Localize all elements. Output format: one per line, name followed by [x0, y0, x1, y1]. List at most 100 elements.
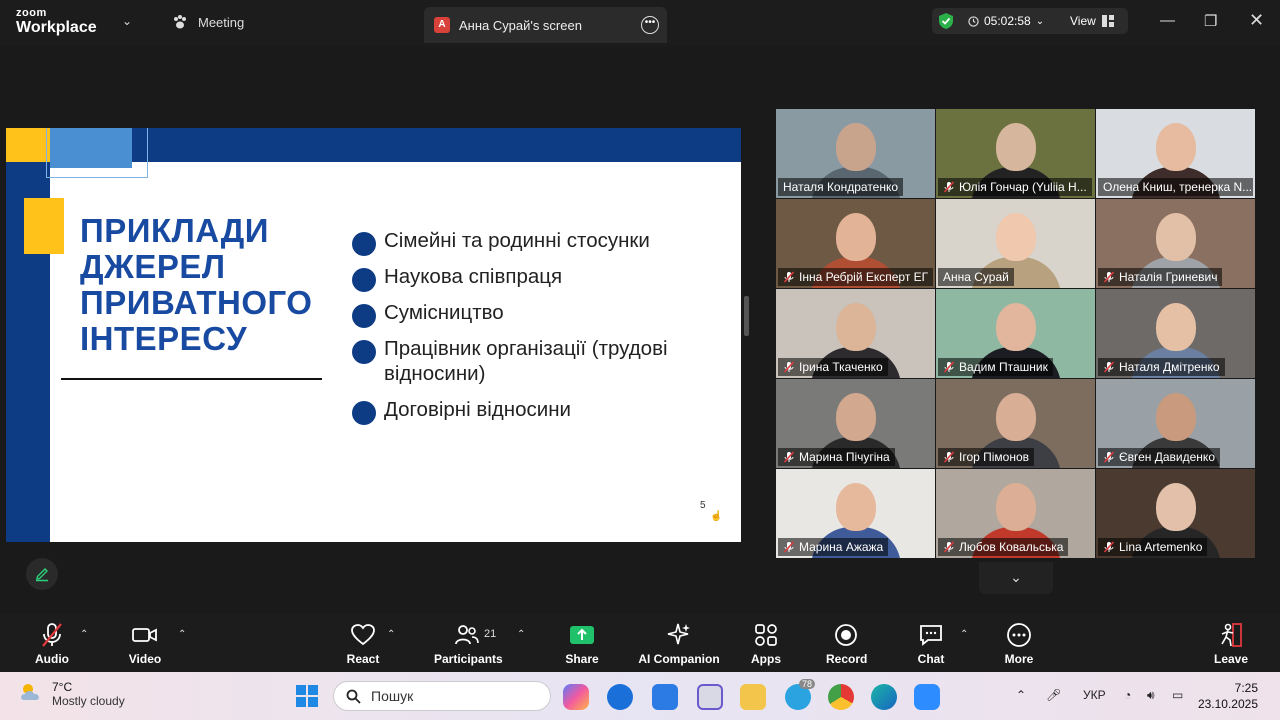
- participant-name: Наталія Гриневич: [1119, 270, 1218, 284]
- bullet-text: Договірні відносини: [384, 398, 571, 421]
- participant-tile[interactable]: Євген Давиденко: [1096, 379, 1255, 468]
- panel-resize-handle[interactable]: [744, 296, 749, 336]
- react-button[interactable]: React: [343, 622, 383, 666]
- participant-tile[interactable]: Юлія Гончар (Yuliia H...: [936, 109, 1095, 198]
- participant-name-label: Lina Artemenko: [1098, 538, 1208, 556]
- record-button[interactable]: Record: [826, 622, 867, 666]
- chevron-down-icon[interactable]: ⌄: [122, 14, 132, 28]
- slide-divider: [61, 378, 322, 380]
- participant-tile[interactable]: Марина Ажажа: [776, 469, 935, 558]
- bullet-text: Наукова співпраця: [384, 265, 563, 288]
- participant-tile[interactable]: Ірина Ткаченко: [776, 289, 935, 378]
- participant-tile[interactable]: Ігор Пімонов: [936, 379, 1095, 468]
- participant-name: Інна Ребрій Експерт ЕГ: [799, 270, 929, 284]
- zoom-app-icon[interactable]: [914, 684, 940, 710]
- app-orb-icon[interactable]: [607, 684, 633, 710]
- chat-options-caret[interactable]: ⌃: [960, 629, 968, 640]
- battery-icon[interactable]: ▭: [1172, 688, 1183, 702]
- participants-options-caret[interactable]: ⌃: [517, 629, 525, 640]
- more-button[interactable]: More: [999, 622, 1039, 666]
- muted-mic-icon: [1103, 361, 1115, 373]
- photos-icon[interactable]: [652, 684, 678, 710]
- participant-tile[interactable]: Любов Ковальська: [936, 469, 1095, 558]
- muted-mic-icon: [42, 623, 62, 647]
- participant-tile[interactable]: Вадим Пташник: [936, 289, 1095, 378]
- more-options-icon[interactable]: •••: [641, 16, 659, 34]
- hand-cursor-icon: ☝: [710, 511, 723, 522]
- annotate-button[interactable]: [26, 558, 58, 590]
- apps-button[interactable]: Apps: [746, 622, 786, 666]
- participant-name-label: Інна Ребрій Експерт ЕГ: [778, 268, 933, 286]
- view-button[interactable]: View: [1070, 14, 1114, 28]
- snipping-tool-icon[interactable]: [697, 684, 723, 710]
- meeting-label: Meeting: [198, 14, 245, 30]
- close-icon[interactable]: ✕: [1249, 10, 1264, 31]
- participant-tile[interactable]: Lina Artemenko: [1096, 469, 1255, 558]
- wifi-icon[interactable]: ◔: [1124, 688, 1131, 702]
- system-clock[interactable]: 7:25 23.10.2025: [1198, 680, 1258, 712]
- zoom-logo[interactable]: zoom Workplace: [16, 8, 97, 36]
- participant-name: Ірина Ткаченко: [799, 360, 883, 374]
- paw-icon: [174, 15, 186, 29]
- participant-tile[interactable]: Олена Книш, тренерка N...: [1096, 109, 1255, 198]
- share-button[interactable]: Share: [562, 622, 602, 666]
- copilot-icon[interactable]: [563, 684, 589, 710]
- telegram-badge: 78: [799, 679, 816, 689]
- slide-outline-frame: [46, 128, 148, 178]
- meeting-tab[interactable]: Meeting: [172, 14, 244, 30]
- taskbar-search-input[interactable]: Пошук: [333, 681, 551, 711]
- react-options-caret[interactable]: ⌃: [387, 629, 395, 640]
- input-language[interactable]: УКР: [1083, 688, 1106, 702]
- person-face: [1156, 123, 1196, 171]
- shared-screen-area: ПРИКЛАДИ ДЖЕРЕЛ ПРИВАТНОГО ІНТЕРЕСУ Сіме…: [0, 46, 752, 614]
- microphone-tray-icon[interactable]: 🎤︎: [1046, 688, 1061, 702]
- participant-name-label: Ігор Пімонов: [938, 448, 1035, 466]
- leave-button[interactable]: Leave: [1211, 622, 1251, 666]
- meeting-timer[interactable]: 05:02:58 ⌄: [968, 14, 1044, 28]
- file-explorer-icon[interactable]: [740, 684, 766, 710]
- windows-taskbar: 7°C Mostly cloudy Пошук 78 ⌃ 🎤︎ УКР ◔ 🔊︎…: [0, 672, 1280, 720]
- participant-tile[interactable]: Марина Пічугіна: [776, 379, 935, 468]
- presentation-slide: ПРИКЛАДИ ДЖЕРЕЛ ПРИВАТНОГО ІНТЕРЕСУ Сіме…: [6, 128, 741, 542]
- minimize-icon[interactable]: —: [1160, 12, 1175, 29]
- participant-name-label: Ірина Ткаченко: [778, 358, 888, 376]
- audio-button[interactable]: Audio: [32, 622, 72, 666]
- muted-mic-icon: [1103, 541, 1115, 553]
- chat-button[interactable]: Chat: [911, 622, 951, 666]
- telegram-icon[interactable]: 78: [785, 679, 816, 710]
- volume-icon[interactable]: 🔊︎: [1147, 688, 1155, 703]
- person-face: [996, 393, 1036, 441]
- weather-widget[interactable]: 7°C Mostly cloudy: [18, 680, 125, 708]
- participant-tile[interactable]: Інна Ребрій Експерт ЕГ: [776, 199, 935, 288]
- more-icon: [1007, 623, 1031, 647]
- participant-tile[interactable]: Анна Сурай: [936, 199, 1095, 288]
- participant-tile[interactable]: Наталя Дмітренко: [1096, 289, 1255, 378]
- participant-tile[interactable]: Наталя Кондратенко: [776, 109, 935, 198]
- participant-name-label: Вадим Пташник: [938, 358, 1053, 376]
- video-options-caret[interactable]: ⌃: [178, 629, 186, 640]
- person-face: [836, 483, 876, 531]
- restore-icon[interactable]: ❐: [1204, 12, 1217, 30]
- participant-tile[interactable]: Наталія Гриневич: [1096, 199, 1255, 288]
- bullet-item: Сімейні та родинні стосунки: [352, 228, 722, 256]
- edge-icon[interactable]: [871, 684, 897, 710]
- ai-companion-button[interactable]: AI Companion: [637, 622, 721, 666]
- gallery-next-page-button[interactable]: ⌄: [979, 562, 1053, 594]
- muted-mic-icon: [1103, 271, 1115, 283]
- muted-mic-icon: [1103, 451, 1115, 463]
- clock-date: 23.10.2025: [1197, 697, 1258, 711]
- chrome-icon[interactable]: [828, 684, 854, 710]
- person-face: [1156, 483, 1196, 531]
- show-hidden-icons-icon[interactable]: ⌃: [1016, 688, 1026, 702]
- person-face: [836, 213, 876, 261]
- windows-start-icon[interactable]: [296, 685, 318, 707]
- video-button[interactable]: Video: [125, 622, 165, 666]
- timer-value: 05:02:58: [984, 14, 1031, 28]
- encryption-shield-icon[interactable]: [938, 12, 954, 30]
- participant-name: Анна Сурай: [943, 270, 1009, 284]
- audio-options-caret[interactable]: ⌃: [80, 629, 88, 640]
- screen-share-tab[interactable]: A Анна Сурай's screen •••: [424, 7, 667, 43]
- participants-icon: [455, 625, 479, 645]
- muted-mic-icon: [943, 451, 955, 463]
- muted-mic-icon: [943, 541, 955, 553]
